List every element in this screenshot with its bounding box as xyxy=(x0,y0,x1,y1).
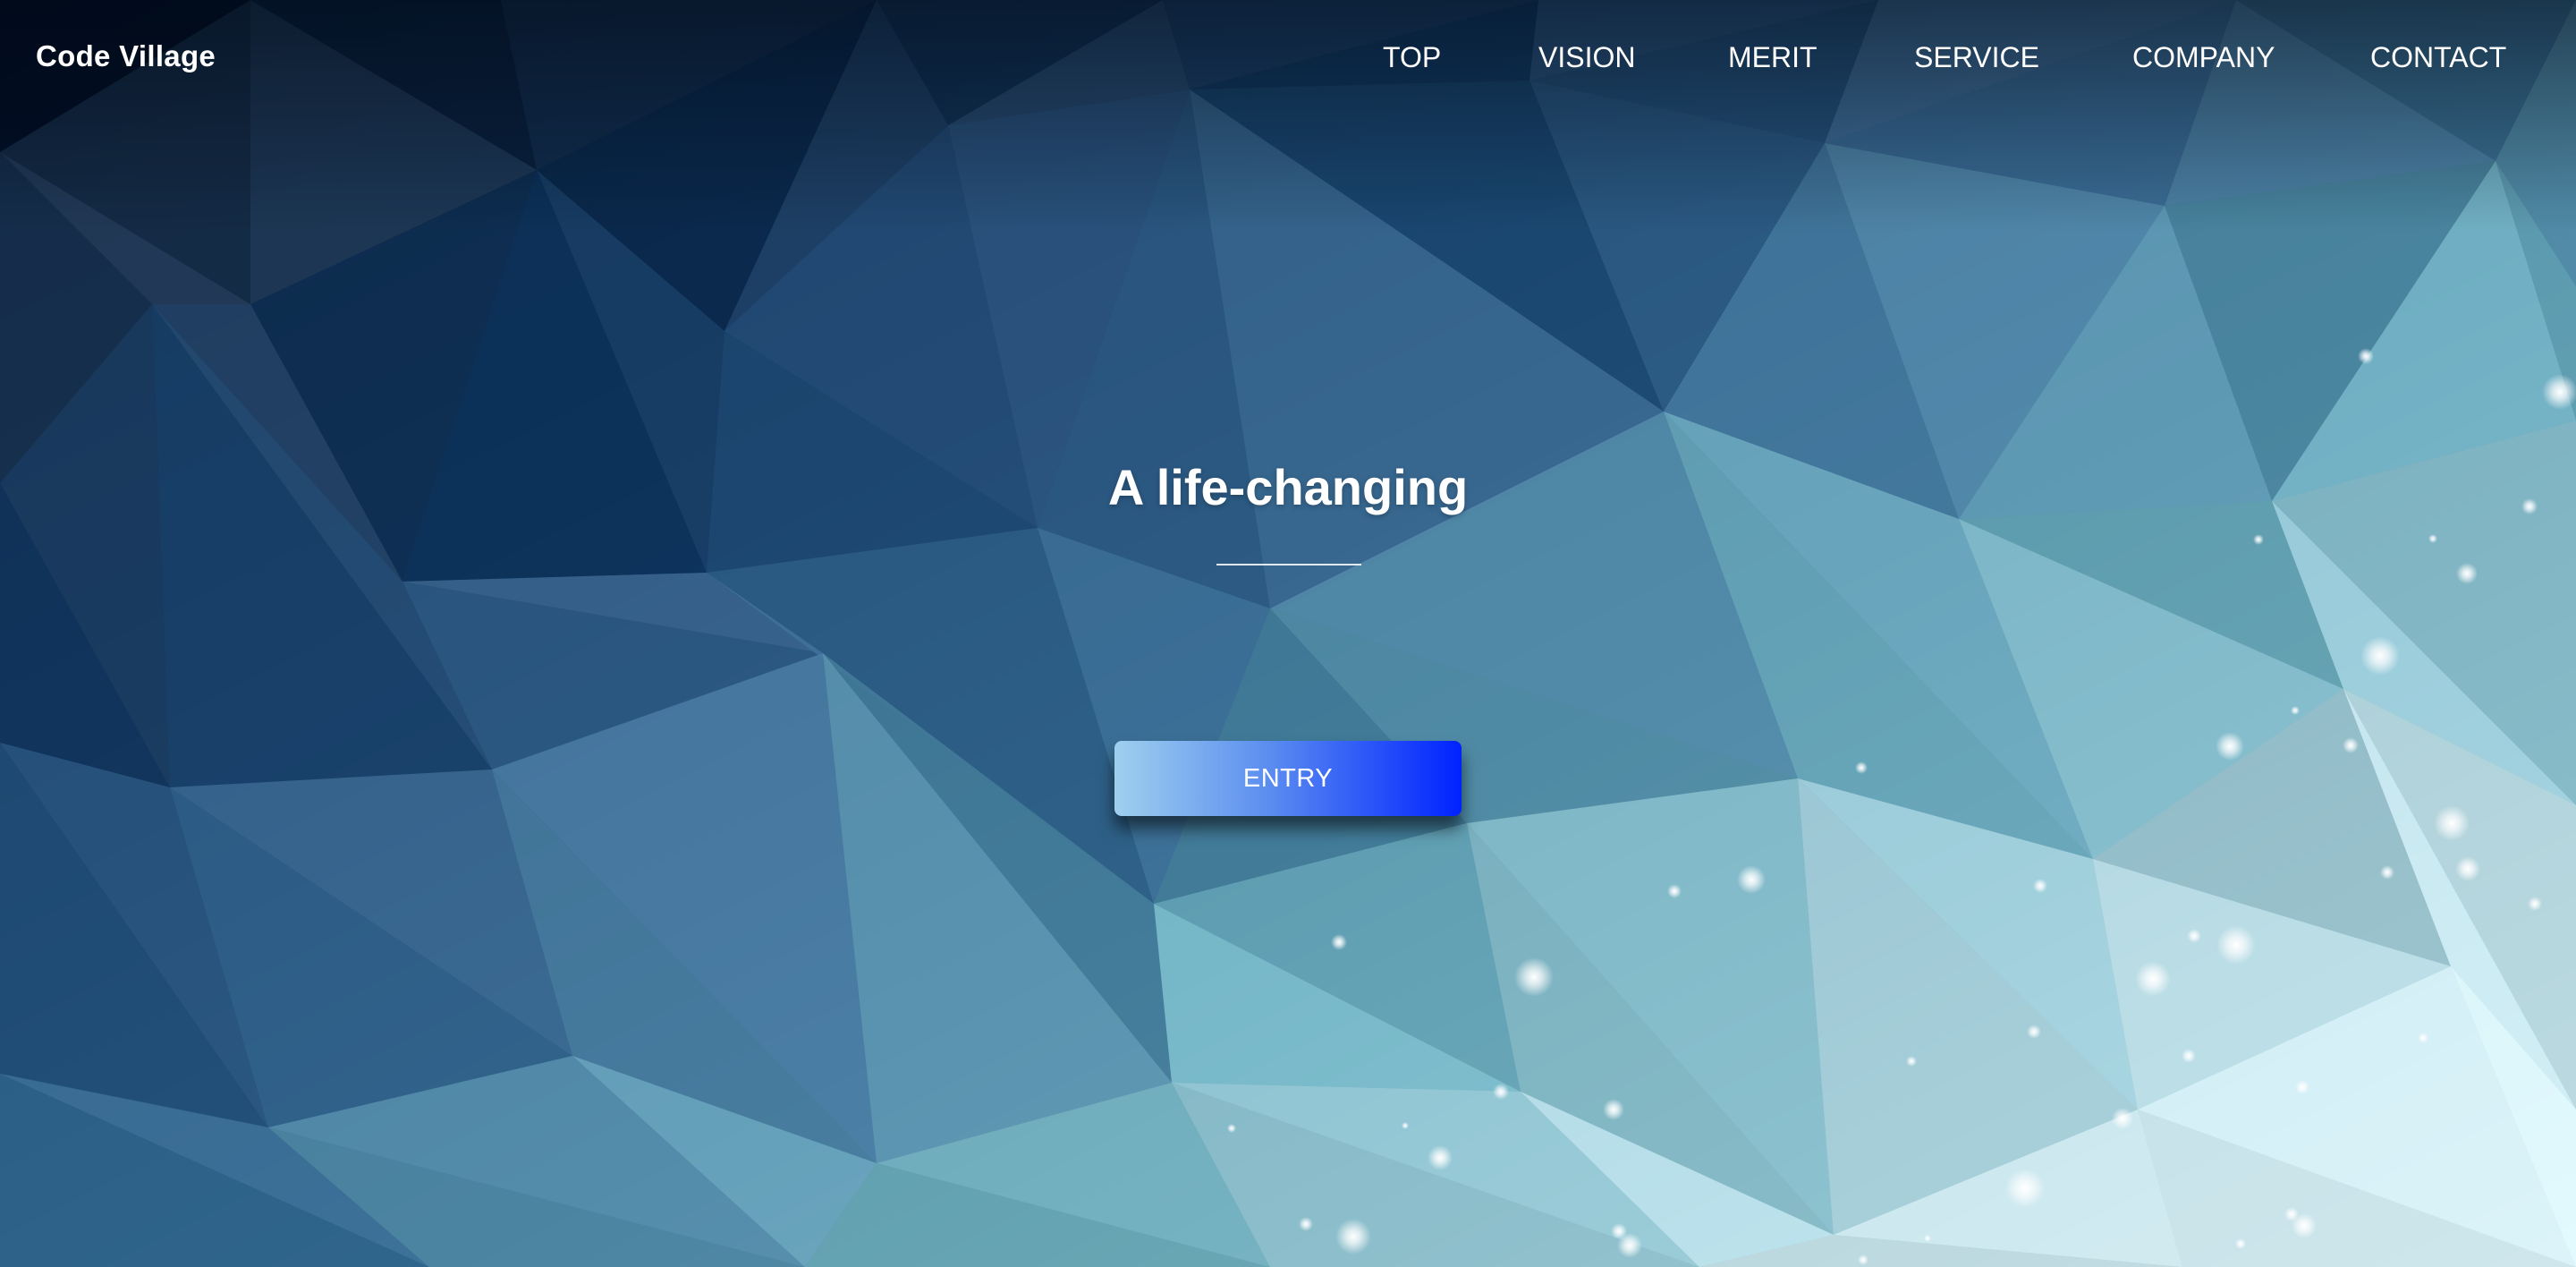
hero-divider xyxy=(1216,564,1361,565)
entry-button[interactable]: ENTRY xyxy=(1114,741,1462,816)
hero-section: A life-changing ENTRY xyxy=(0,0,2576,1267)
landing-page: Code Village TOP VISION MERIT SERVICE CO… xyxy=(0,0,2576,1267)
hero-title: A life-changing xyxy=(1107,459,1469,515)
